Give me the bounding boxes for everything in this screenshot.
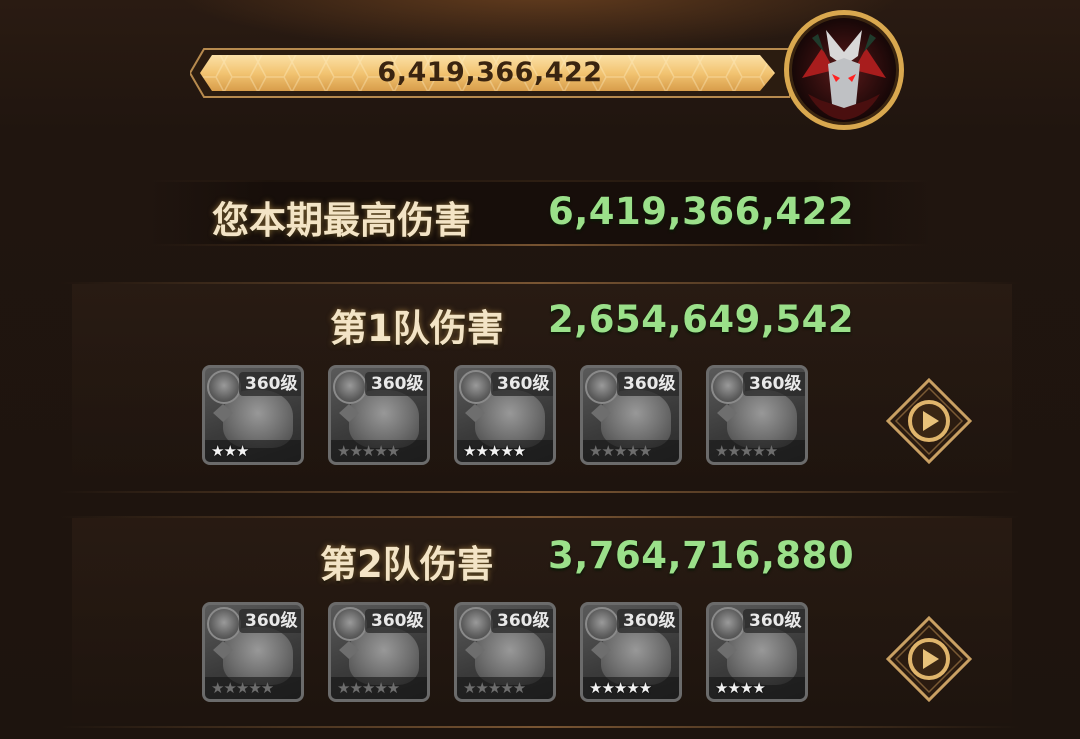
- hero-level: 360级: [617, 372, 679, 396]
- team-2-hero-5[interactable]: 360级 ★★★★: [706, 602, 808, 702]
- team-1-replay-button[interactable]: [885, 377, 973, 465]
- divider-team1-bottom: [60, 491, 1020, 493]
- faction-emblem-icon: [585, 370, 619, 404]
- faction-emblem-icon: [459, 370, 493, 404]
- hero-stars: ★★★★★: [457, 677, 553, 699]
- faction-emblem-icon: [333, 607, 367, 641]
- best-damage-value: 6,419,366,422: [548, 190, 855, 233]
- boss-damage-value: 6,419,366,422: [377, 57, 603, 88]
- hero-stars: ★★★★★: [583, 440, 679, 462]
- hero-level: 360级: [491, 609, 553, 633]
- hero-level: 360级: [365, 609, 427, 633]
- hero-stars: ★★★★★: [331, 677, 427, 699]
- hero-stars: ★★★★: [709, 677, 805, 699]
- team-1-damage-value: 2,654,649,542: [548, 298, 855, 341]
- faction-emblem-icon: [711, 370, 745, 404]
- play-icon: [885, 615, 973, 703]
- faction-emblem-icon: [711, 607, 745, 641]
- team-2-replay-button[interactable]: [885, 615, 973, 703]
- play-icon: [885, 377, 973, 465]
- team-2-hero-4[interactable]: 360级 ★★★★★: [580, 602, 682, 702]
- team-1-hero-5[interactable]: 360级 ★★★★★: [706, 365, 808, 465]
- hero-level: 360级: [239, 372, 301, 396]
- faction-emblem-icon: [207, 607, 241, 641]
- team-2-hero-3[interactable]: 360级 ★★★★★: [454, 602, 556, 702]
- team-1-damage-label: 第1队伤害: [330, 307, 504, 350]
- team-1-hero-4[interactable]: 360级 ★★★★★: [580, 365, 682, 465]
- hero-level: 360级: [743, 372, 805, 396]
- best-damage-label: 您本期最高伤害: [212, 199, 471, 242]
- team-1-hero-1[interactable]: 360级 ★★★: [202, 365, 304, 465]
- faction-emblem-icon: [585, 607, 619, 641]
- hero-stars: ★★★★★: [205, 677, 301, 699]
- damage-result-screen: 6,419,366,422 您本期最高伤害 6,419,366,422 第1队伤…: [0, 0, 1080, 739]
- hero-level: 360级: [491, 372, 553, 396]
- divider-team2-top: [60, 516, 1020, 518]
- divider-team2-bottom: [60, 726, 1020, 728]
- hero-stars: ★★★★★: [457, 440, 553, 462]
- team-2-damage-label: 第2队伤害: [320, 543, 494, 586]
- faction-emblem-icon: [459, 607, 493, 641]
- team-2-hero-2[interactable]: 360级 ★★★★★: [328, 602, 430, 702]
- faction-emblem-icon: [333, 370, 367, 404]
- team-1-hero-3[interactable]: 360级 ★★★★★: [454, 365, 556, 465]
- hero-stars: ★★★★★: [331, 440, 427, 462]
- divider-best-bottom: [150, 244, 930, 246]
- boss-damage-bar: 6,419,366,422: [190, 47, 790, 99]
- team-2-hero-1[interactable]: 360级 ★★★★★: [202, 602, 304, 702]
- hero-stars: ★★★: [205, 440, 301, 462]
- hero-stars: ★★★★★: [583, 677, 679, 699]
- team-2-damage-value: 3,764,716,880: [548, 534, 855, 577]
- team-1-hero-2[interactable]: 360级 ★★★★★: [328, 365, 430, 465]
- hero-level: 360级: [617, 609, 679, 633]
- faction-emblem-icon: [207, 370, 241, 404]
- dragon-knight-boss-icon: [784, 10, 904, 130]
- hero-level: 360级: [743, 609, 805, 633]
- divider-team1-top: [60, 282, 1020, 284]
- hero-stars: ★★★★★: [709, 440, 805, 462]
- hero-level: 360级: [239, 609, 301, 633]
- hero-level: 360级: [365, 372, 427, 396]
- boss-portrait[interactable]: [782, 8, 906, 132]
